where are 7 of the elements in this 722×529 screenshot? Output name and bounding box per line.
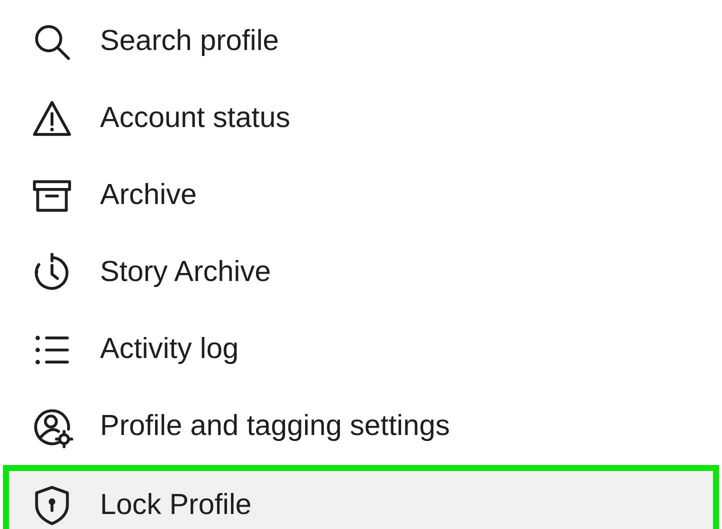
menu-item[interactable]: Lock Profile: [3, 465, 719, 529]
menu-item[interactable]: Archive: [0, 157, 722, 234]
menu-item[interactable]: Account status: [0, 80, 722, 157]
menu-item[interactable]: Activity log: [0, 311, 722, 388]
menu-item[interactable]: Story Archive: [0, 234, 722, 311]
menu-item[interactable]: Search profile: [0, 3, 722, 80]
menu-item[interactable]: Profile and tagging settings: [0, 388, 722, 465]
